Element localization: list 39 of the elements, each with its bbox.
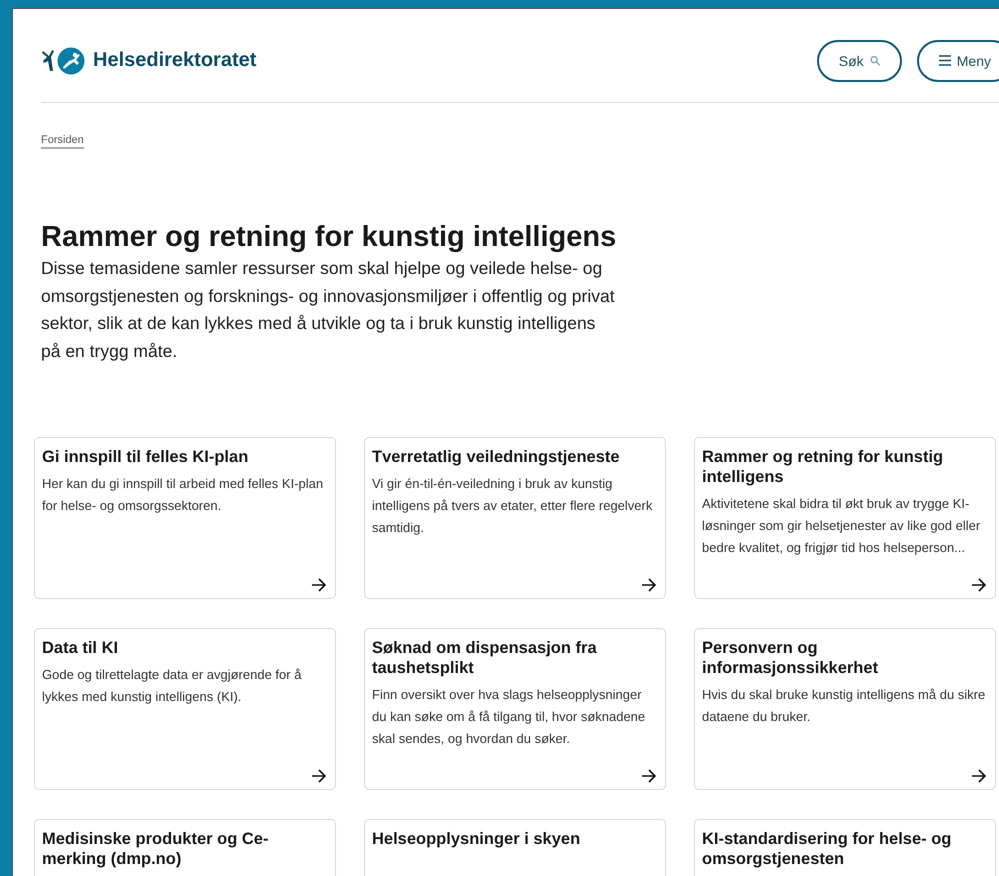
link-card[interactable]: Søknad om dispensasjon fra taushetsplikt Finn oversikt over hva slags helseopplysninger du kan søke om å få tilgang til, hvor søknadene skal sendes, og hvordan du søker.: [364, 628, 666, 790]
card-title: Medisinske produkter og Ce-merking (dmp.no): [42, 829, 270, 869]
card-title: KI-standardisering for helse- og omsorgstjenesten: [702, 829, 952, 869]
menu-icon: [938, 55, 951, 66]
card-title: Data til KI: [42, 638, 120, 658]
card-title: Personvern og informasjonssikkerhet: [702, 638, 880, 678]
arrow-icon: [971, 578, 987, 592]
link-card[interactable]: Rammer og retning for kunstig intelligens Aktivitetene skal bidra til økt bruk av trygge KI-løsninger som gir helsetjenester av like god eller bedre kvalitet, og frigjør tid hos helseperson...: [694, 437, 996, 599]
link-card[interactable]: Tverretatlig veiledningstjeneste Vi gir én-til-én-veiledning i bruk av kunstig intelligens på tvers av etater, etter flere regelverk samtidig.: [364, 437, 666, 599]
card-text: Vi gir én-til-én-veiledning i bruk av kunstig intelligens på tvers av etater, etter flere regelverk samtidig.: [372, 475, 654, 537]
card-text: Gode og tilrettelagte data er avgjørende for å lykkes med kunstig intelligens (KI).: [42, 666, 302, 706]
card-title: Helseopplysninger i skyen: [372, 829, 582, 849]
card-title: Søknad om dispensasjon fra taushetsplikt: [372, 638, 598, 678]
arrow-icon: [311, 578, 327, 592]
arrow-icon: [311, 769, 327, 783]
card-text: Her kan du gi innspill til arbeid med felles KI-plan for helse- og omsorgssektoren.: [42, 475, 324, 515]
card-text: Aktivitetene skal bidra til økt bruk av trygge KI-løsninger som gir helsetjenester av like god eller bedre kvalitet, og frigjør tid hos helseperson...: [702, 495, 982, 557]
link-card[interactable]: Gi innspill til felles KI-plan Her kan du gi innspill til arbeid med felles KI-plan for helse- og omsorgssektoren.: [34, 437, 336, 599]
card-title: Gi innspill til felles KI-plan: [42, 447, 250, 467]
arrow-icon: [641, 578, 657, 592]
link-card[interactable]: Personvern og informasjonssikkerhet Hvis du skal bruke kunstig intelligens må du sikre dataene du bruker.: [694, 628, 996, 790]
breadcrumb-link[interactable]: Forsiden: [41, 134, 84, 149]
arrow-icon: [641, 769, 657, 783]
card-text: Hvis du skal bruke kunstig intelligens må du sikre dataene du bruker.: [702, 686, 986, 726]
page-title: Rammer og retning for kunstig intelligens: [41, 220, 618, 255]
logo-text[interactable]: Helsedirektoratet: [93, 49, 256, 72]
link-card[interactable]: KI-standardisering for helse- og omsorgstjenesten: [694, 819, 996, 876]
search-icon: [870, 55, 880, 66]
logo-icon: [41, 46, 85, 74]
intro-text: Disse temasidene samler ressurser som skal hjelpe og veilede helse- og omsorgstjenesten og forsknings- og innovasjonsmiljøer i offentlig og privat sektor, slik at de kan lykkes med å utvikle og ta i bruk kunstig intelligens på en trygg måte.: [41, 257, 616, 363]
search-button[interactable]: Søk: [816, 40, 902, 82]
link-card[interactable]: Helseopplysninger i skyen: [364, 819, 666, 876]
menu-button[interactable]: Meny: [916, 40, 999, 82]
link-card[interactable]: Medisinske produkter og Ce-merking (dmp.no): [34, 819, 336, 876]
link-card[interactable]: Data til KI Gode og tilrettelagte data er avgjørende for å lykkes med kunstig intelligens (KI).: [34, 628, 336, 790]
card-text: Finn oversikt over hva slags helseopplysninger du kan søke om å få tilgang til, hvor søknadene skal sendes, og hvordan du søker.: [372, 686, 646, 748]
card-title: Rammer og retning for kunstig intelligens: [702, 447, 944, 487]
card-title: Tverretatlig veiledningstjeneste: [372, 447, 621, 467]
arrow-icon: [971, 769, 987, 783]
